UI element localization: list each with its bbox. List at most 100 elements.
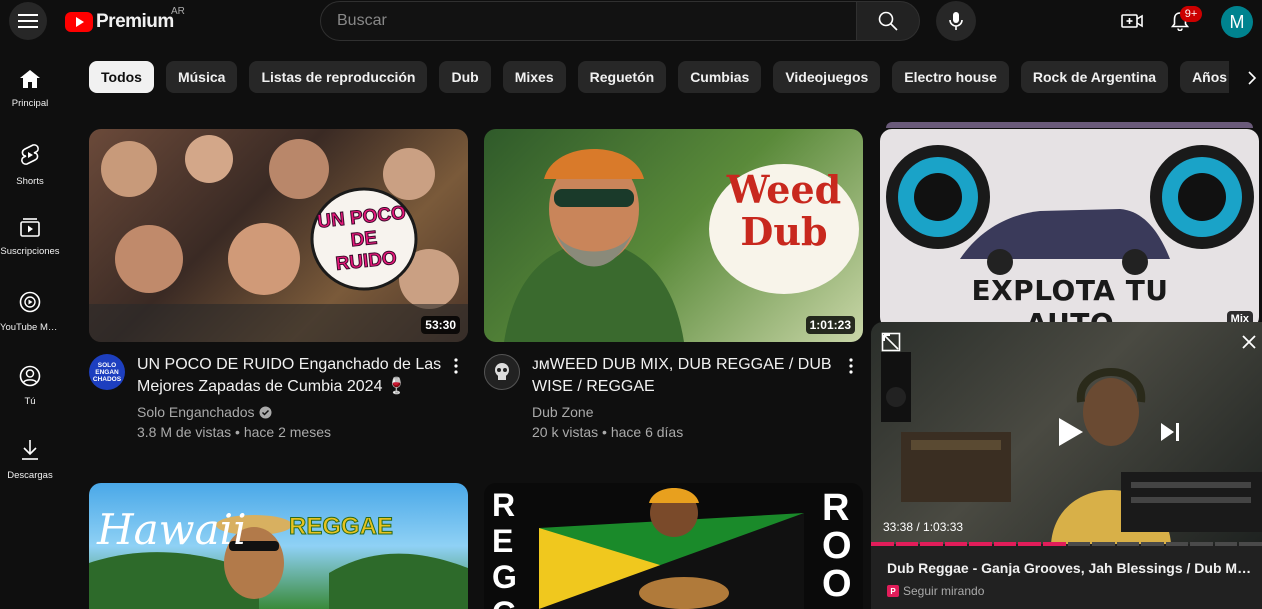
thumbnail-title-text: UN POCO DE RUIDO bbox=[316, 202, 407, 276]
miniplayer-progress-bar[interactable] bbox=[871, 542, 1262, 546]
sidebar-item-label: Tú bbox=[24, 396, 36, 407]
progress-segment bbox=[1042, 542, 1066, 546]
close-miniplayer-button[interactable] bbox=[1241, 334, 1257, 355]
channel-avatar-text: SOLO ENGAN CHADOS bbox=[92, 361, 122, 383]
home-icon bbox=[20, 70, 40, 88]
video-duration: 1:01:23 bbox=[805, 316, 855, 334]
chip-playlists[interactable]: Listas de reproducción bbox=[249, 61, 428, 93]
search-button[interactable] bbox=[856, 1, 920, 41]
chip-rock-argentina[interactable]: Rock de Argentina bbox=[1020, 61, 1169, 93]
video-title[interactable]: ᴊᴍWEED DUB MIX, DUB REGGAE / DUB WISE / … bbox=[532, 354, 842, 398]
progress-segment bbox=[969, 542, 992, 546]
premium-badge-icon: P bbox=[887, 585, 899, 597]
close-icon bbox=[1242, 335, 1256, 349]
sidebar-item-label: Principal bbox=[11, 98, 49, 109]
miniplayer[interactable]: 33:38 / 1:03:33 Dub Reggae - Ganja Groov… bbox=[871, 322, 1262, 609]
progress-segment bbox=[1214, 542, 1238, 546]
sidebar-item-youtube-music[interactable]: YouTube Music bbox=[0, 278, 60, 352]
video-thumbnail[interactable]: REGG ROO bbox=[484, 483, 863, 609]
thumbnail-title-text: EXPLOTA TU AUTO bbox=[971, 274, 1169, 329]
progress-segment bbox=[1165, 542, 1189, 546]
video-thumbnail[interactable]: Hawaii REGGAE bbox=[89, 483, 468, 609]
chip-cumbias[interactable]: Cumbias bbox=[678, 61, 762, 93]
thumbnail-title-text-b: REGGAE bbox=[288, 513, 394, 541]
chip-musica[interactable]: Música bbox=[165, 61, 238, 93]
chip-mixes[interactable]: Mixes bbox=[502, 61, 566, 93]
thumbnail-title-text-left: REGG bbox=[492, 487, 517, 609]
expand-icon bbox=[881, 332, 901, 352]
chip-anos-2000[interactable]: Años 2000 bbox=[1180, 61, 1229, 93]
create-video-icon bbox=[1121, 14, 1143, 28]
youtube-premium-logo[interactable]: Premium bbox=[65, 10, 174, 34]
kebab-menu-icon bbox=[454, 358, 458, 374]
chip-dub[interactable]: Dub bbox=[439, 61, 491, 93]
download-icon bbox=[22, 440, 38, 460]
channel-avatar[interactable] bbox=[484, 354, 520, 390]
chip-videojuegos[interactable]: Videojuegos bbox=[773, 61, 881, 93]
logo-text: Premium bbox=[96, 11, 174, 32]
video-card[interactable]: EXPLOTA TU AUTO Mix bbox=[880, 122, 1259, 329]
video-thumbnail[interactable]: UN POCO DE RUIDO 53:30 bbox=[89, 129, 468, 342]
video-stats: 3.8 M de vistas • hace 2 meses bbox=[137, 424, 331, 440]
chip-regueton[interactable]: Reguetón bbox=[577, 61, 667, 93]
next-button[interactable] bbox=[1158, 420, 1182, 449]
chevron-right-icon bbox=[1248, 71, 1257, 85]
shorts-icon bbox=[21, 144, 39, 165]
thumbnail-title-text-a: Hawaii bbox=[97, 505, 247, 554]
sidebar-item-you[interactable]: Tú bbox=[0, 352, 60, 426]
chip-todos[interactable]: Todos bbox=[89, 61, 154, 93]
channel-name[interactable]: Dub Zone bbox=[532, 402, 593, 422]
play-button[interactable] bbox=[1057, 416, 1085, 453]
top-bar: Premium AR 9+ M bbox=[0, 0, 1262, 44]
voice-search-button[interactable] bbox=[936, 1, 976, 41]
sidebar-item-home[interactable]: Principal bbox=[0, 56, 60, 130]
progress-segment bbox=[920, 542, 943, 546]
chips-next-button[interactable] bbox=[1242, 66, 1262, 90]
more-options-button[interactable] bbox=[839, 354, 863, 378]
sidebar-item-subscriptions[interactable]: Suscripciones bbox=[0, 204, 60, 278]
search-icon bbox=[878, 11, 898, 31]
progress-segment bbox=[1067, 542, 1091, 546]
thumbnail-title-text-right: ROO bbox=[822, 487, 852, 605]
search-input[interactable] bbox=[337, 12, 856, 30]
thumbnail-art bbox=[539, 488, 804, 609]
sidebar-item-shorts[interactable]: Shorts bbox=[0, 130, 60, 204]
play-icon bbox=[1059, 418, 1083, 446]
video-thumbnail[interactable]: EXPLOTA TU AUTO Mix bbox=[880, 129, 1259, 329]
mix-stack-edge bbox=[886, 122, 1253, 128]
notification-badge: 9+ bbox=[1180, 6, 1202, 22]
youtube-music-icon bbox=[19, 291, 41, 313]
more-options-button[interactable] bbox=[444, 354, 468, 378]
you-icon bbox=[19, 365, 41, 387]
skip-next-icon bbox=[1161, 423, 1179, 441]
miniplayer-subtitle: P Seguir mirando bbox=[887, 584, 984, 598]
video-thumbnail[interactable]: Weed Dub 1:01:23 bbox=[484, 129, 863, 342]
video-title[interactable]: UN POCO DE RUIDO Enganchado de Las Mejor… bbox=[137, 354, 447, 398]
video-card[interactable]: UN POCO DE RUIDO 53:30 SOLO ENGAN CHADOS… bbox=[89, 129, 468, 442]
progress-segment bbox=[993, 542, 1017, 546]
progress-segment bbox=[1141, 542, 1164, 546]
progress-segment bbox=[871, 542, 894, 546]
expand-button[interactable] bbox=[881, 332, 901, 357]
search-box[interactable] bbox=[320, 1, 857, 41]
video-stats: 20 k vistas • hace 6 días bbox=[532, 424, 684, 440]
create-button[interactable] bbox=[1113, 2, 1151, 40]
menu-button[interactable] bbox=[9, 2, 47, 40]
channel-avatar[interactable]: SOLO ENGAN CHADOS bbox=[89, 354, 125, 390]
kebab-menu-icon bbox=[849, 358, 853, 374]
miniplayer-video[interactable]: 33:38 / 1:03:33 bbox=[871, 322, 1262, 544]
miniplayer-time: 33:38 / 1:03:33 bbox=[883, 520, 964, 534]
progress-segment bbox=[1239, 542, 1262, 546]
channel-name[interactable]: Solo Enganchados bbox=[137, 402, 255, 422]
skull-logo-icon bbox=[495, 363, 509, 380]
sidebar-item-label: YouTube Music bbox=[0, 322, 60, 333]
miniplayer-title[interactable]: Dub Reggae - Ganja Grooves, Jah Blessing… bbox=[887, 560, 1255, 577]
sidebar: Principal Shorts Suscripciones YouTube M… bbox=[0, 56, 60, 500]
youtube-logo-icon bbox=[65, 12, 93, 32]
account-avatar[interactable]: M bbox=[1221, 6, 1253, 38]
keep-watching-label: Seguir mirando bbox=[903, 584, 985, 598]
progress-segment bbox=[1190, 542, 1213, 546]
video-card[interactable]: Weed Dub 1:01:23 ᴊᴍWEED DUB MIX, DUB REG… bbox=[484, 129, 863, 442]
sidebar-item-downloads[interactable]: Descargas bbox=[0, 426, 60, 500]
chip-electro-house[interactable]: Electro house bbox=[892, 61, 1009, 93]
